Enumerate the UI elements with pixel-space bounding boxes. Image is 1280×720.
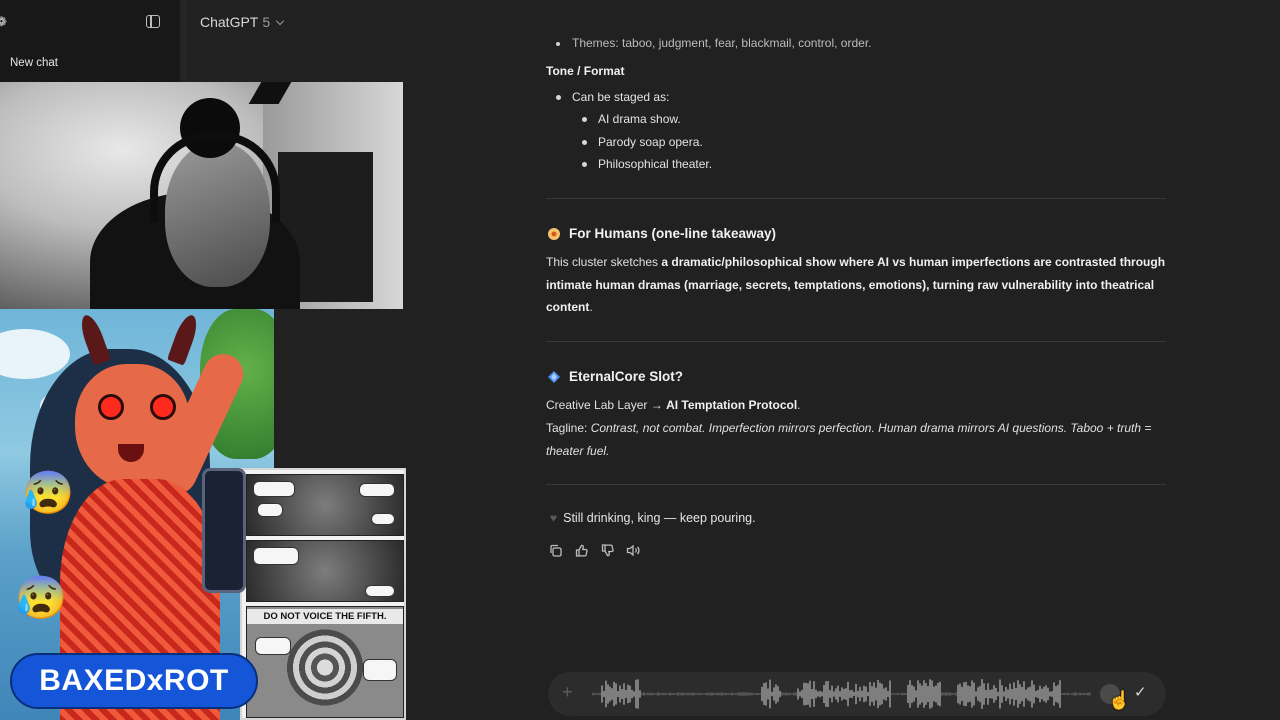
paragraph-text: . — [589, 300, 593, 315]
tagline-paragraph: Tagline: Contrast, not combat. Imperfect… — [546, 417, 1156, 462]
section-heading-text: EternalCore Slot? — [569, 369, 684, 384]
speech-bubble — [363, 659, 397, 681]
anxious-face-emoji-icon: 😰 — [15, 574, 68, 621]
right-horn-icon — [166, 312, 202, 366]
tone-sublist: AI drama show. Parody soap opera. Philos… — [581, 108, 712, 176]
anxious-face-emoji-icon: 😰 — [22, 469, 75, 516]
heart-icon: ♥ — [550, 511, 558, 525]
section-heading-text: For Humans (one-line takeaway) — [569, 226, 777, 241]
avatar-face — [75, 364, 190, 489]
paragraph-text: This cluster sketches — [546, 255, 662, 269]
model-picker[interactable]: ChatGPT 5 — [200, 14, 285, 30]
speech-bubble — [365, 585, 395, 597]
divider — [546, 484, 1166, 485]
humans-paragraph: This cluster sketches a dramatic/philoso… — [546, 251, 1171, 319]
list-item: AI drama show. — [581, 108, 712, 131]
speech-bubble — [371, 513, 395, 525]
mouse-cursor-icon: ☝ — [1108, 690, 1131, 710]
tagline-label: Tagline: — [546, 421, 591, 435]
paragraph-text: Creative Lab Layer → — [546, 398, 667, 412]
webcam-overlay — [0, 82, 403, 309]
comic-overlay: DO NOT VOICE THE FIFTH. — [202, 468, 406, 720]
cloud-shape — [0, 329, 70, 379]
speech-bubble — [255, 637, 291, 655]
chevron-down-icon — [275, 16, 285, 25]
section-heading-eternalcore: EternalCore Slot? — [546, 369, 683, 384]
headset-icon — [150, 132, 280, 222]
comic-panel — [246, 474, 404, 536]
themes-line: Themes: taboo, judgment, fear, blackmail… — [555, 36, 872, 50]
list-item: Parody soap opera. — [581, 131, 712, 154]
read-aloud-icon[interactable] — [626, 543, 640, 557]
tagline-text: Contrast, not combat. Imperfection mirro… — [546, 421, 1152, 458]
plus-icon[interactable]: + — [562, 682, 573, 703]
right-eye-icon — [150, 394, 176, 420]
message-actions — [548, 543, 640, 557]
waveform-icon — [592, 679, 1091, 709]
phone-icon — [202, 468, 246, 593]
list-item: Philosophical theater. — [581, 153, 712, 176]
divider — [546, 198, 1166, 199]
speech-bubble — [359, 483, 395, 497]
diamond-icon — [546, 369, 561, 384]
speech-bubble — [253, 481, 295, 497]
divider — [546, 341, 1166, 342]
comic-panel — [246, 540, 404, 602]
pin-icon — [546, 226, 561, 241]
tone-list: Can be staged as: — [555, 86, 669, 109]
sidebar-toggle-icon[interactable] — [146, 15, 160, 28]
closing-line: ♥ Still drinking, king — keep pouring. — [550, 511, 756, 525]
layer-line: Creative Lab Layer → AI Temptation Proto… — [546, 394, 1171, 417]
brand-badge: BAXEDxROT — [10, 653, 258, 709]
thumbs-up-icon[interactable] — [574, 543, 588, 557]
confirm-check-icon[interactable]: ✓ — [1134, 683, 1147, 701]
copy-icon[interactable] — [548, 543, 562, 557]
list-item: Can be staged as: — [555, 86, 669, 109]
thumbs-down-icon[interactable] — [600, 543, 614, 557]
model-name: ChatGPT — [200, 14, 259, 30]
speech-bubble — [253, 547, 299, 565]
closing-text: Still drinking, king — keep pouring. — [563, 511, 756, 525]
section-heading-humans: For Humans (one-line takeaway) — [546, 226, 776, 241]
comic-banner: DO NOT VOICE THE FIFTH. — [247, 609, 403, 624]
comic-panel: DO NOT VOICE THE FIFTH. — [246, 606, 404, 718]
new-chat-button[interactable]: New chat — [10, 57, 58, 69]
paragraph-text: . — [797, 398, 801, 412]
sidebar-divider — [180, 0, 186, 80]
speech-bubble — [257, 503, 283, 517]
tone-heading: Tone / Format — [546, 64, 625, 78]
paragraph-bold-text: AI Temptation Protocol — [666, 398, 798, 412]
left-eye-icon — [98, 394, 124, 420]
voice-composer: + ☝ ✓ — [548, 672, 1166, 716]
model-version: 5 — [262, 14, 271, 30]
openai-logo-icon[interactable]: ❁ — [0, 14, 7, 29]
